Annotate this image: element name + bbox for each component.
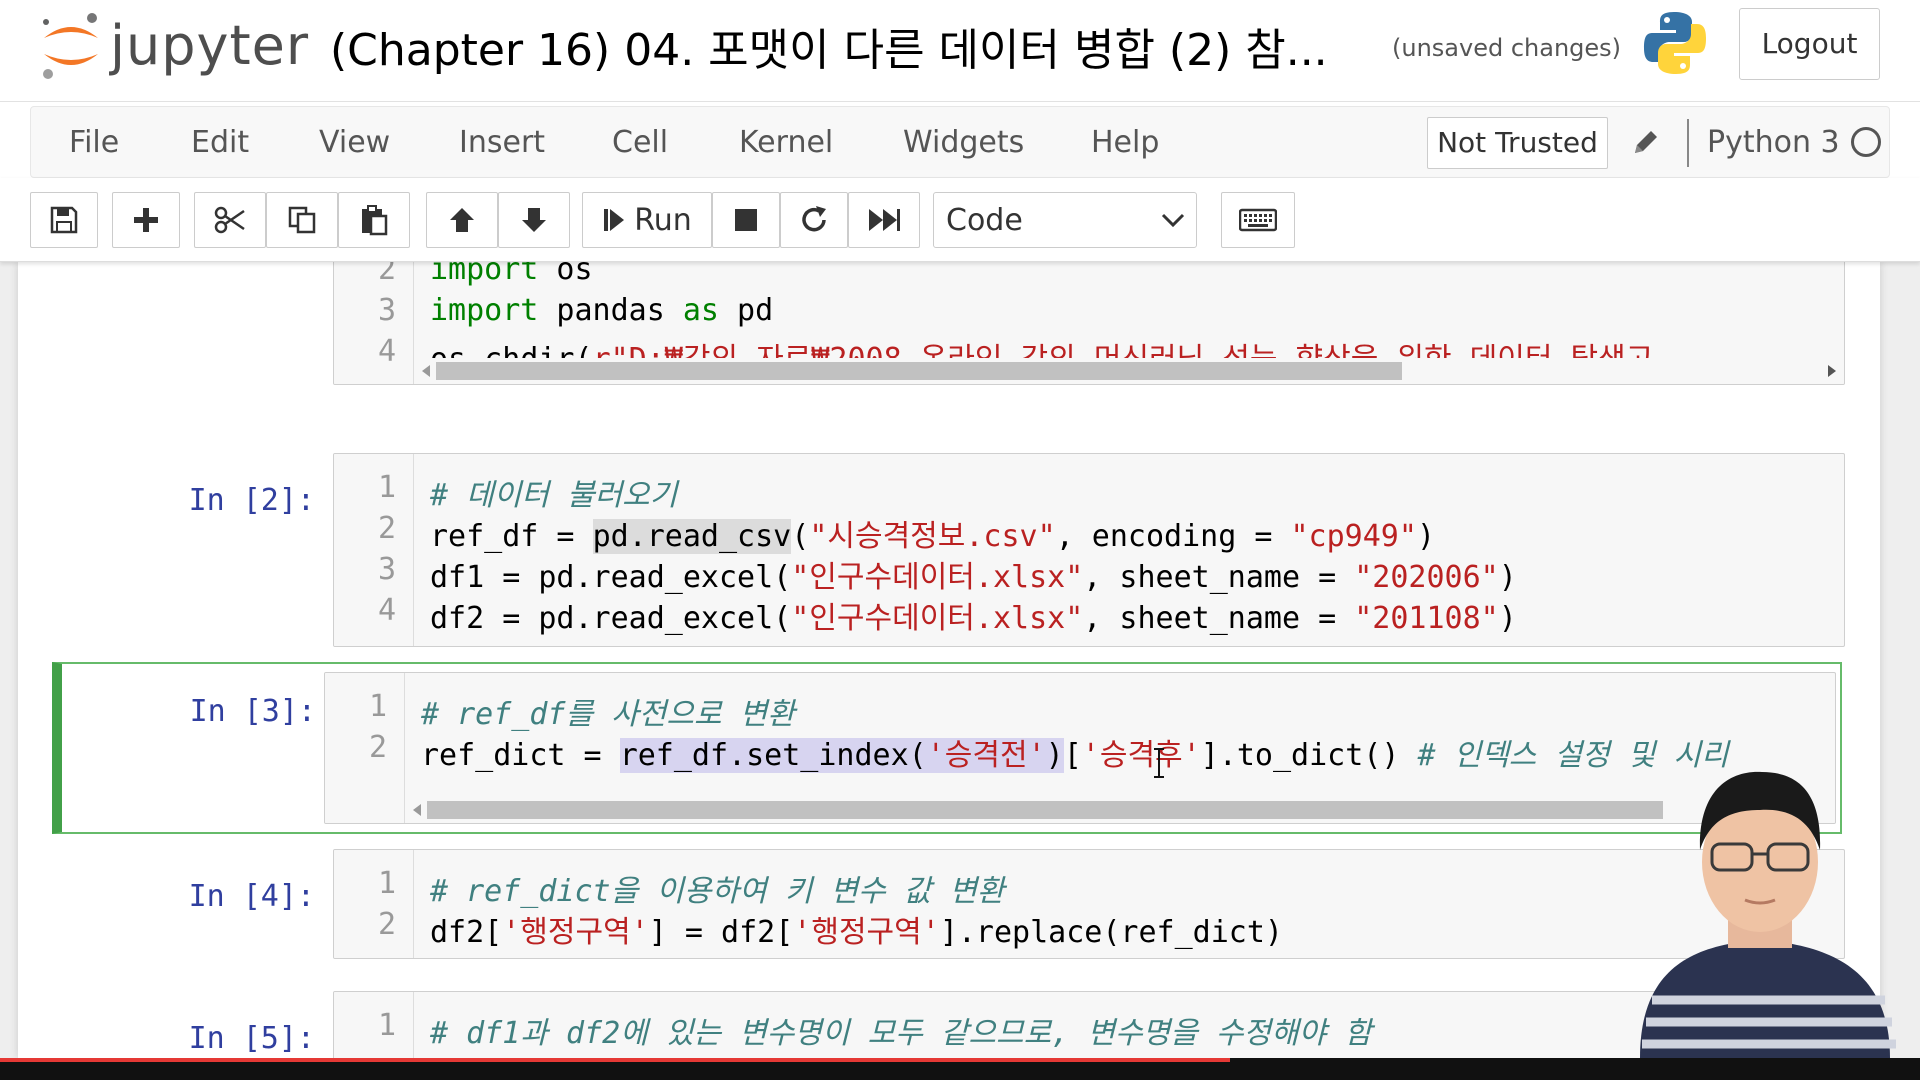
- save-button[interactable]: [30, 192, 98, 248]
- plus-icon: [134, 208, 158, 232]
- interrupt-button[interactable]: [712, 192, 780, 248]
- scissors-icon: [214, 206, 245, 234]
- cell-input[interactable]: 2 import os 3 import pandas as pd 4 os.c…: [333, 262, 1845, 385]
- line-number: 2: [377, 511, 396, 546]
- paste-button[interactable]: [338, 192, 410, 248]
- cell-prompt: In [4]:: [188, 879, 315, 914]
- move-down-button[interactable]: [498, 192, 570, 248]
- jupyter-logo[interactable]: jupyter: [36, 8, 310, 82]
- scroll-left-icon[interactable]: [422, 365, 430, 377]
- code-cell-4[interactable]: In [4]: 1 # ref_dict을 이용하여 키 변수 값 변환 2 d…: [52, 848, 1845, 959]
- horizontal-scrollbar[interactable]: [414, 358, 1844, 384]
- fast-forward-icon: [869, 209, 900, 231]
- notebook-header: jupyter (Chapter 16) 04. 포맷이 다른 데이터 병합 (…: [0, 0, 1920, 102]
- restart-button[interactable]: [780, 192, 848, 248]
- cell-input[interactable]: 1 # 데이터 불러오기 2 ref_df = pd.read_csv("시승격…: [333, 453, 1845, 647]
- scrollbar-thumb[interactable]: [436, 362, 1402, 380]
- code-cell-5[interactable]: In [5]: 1 # df1과 df2에 있는 변수명이 모두 같으므로, 변…: [52, 990, 1845, 1058]
- copy-button[interactable]: [266, 192, 338, 248]
- stop-icon: [735, 209, 757, 231]
- line-number: 2: [377, 907, 396, 942]
- video-progress-bar[interactable]: [0, 1058, 1920, 1080]
- scroll-right-icon[interactable]: [1828, 365, 1836, 377]
- menu-insert[interactable]: Insert: [459, 125, 545, 160]
- restart-run-all-button[interactable]: [848, 192, 920, 248]
- menubar: File Edit View Insert Cell Kernel Widget…: [30, 106, 1890, 178]
- insert-cell-button[interactable]: [112, 192, 180, 248]
- paste-icon: [362, 205, 388, 236]
- cell-prompt: In [2]:: [188, 483, 315, 518]
- cell-type-value: Code: [946, 203, 1023, 238]
- menu-cell[interactable]: Cell: [612, 125, 668, 160]
- kernel-name[interactable]: Python 3: [1707, 125, 1840, 160]
- line-number: 1: [377, 1008, 396, 1043]
- line-number: 3: [377, 552, 396, 587]
- code-line: 4 df2 = pd.read_excel("인구수데이터.xlsx", she…: [334, 589, 1844, 636]
- code-cell-2[interactable]: In [2]: 1 # 데이터 불러오기 2 ref_df = pd.read_…: [52, 452, 1845, 647]
- notebook-title[interactable]: (Chapter 16) 04. 포맷이 다른 데이터 병합 (2) 참...: [330, 14, 1328, 78]
- not-trusted-button[interactable]: Not Trusted: [1427, 117, 1608, 169]
- jupyter-logo-icon: [43, 13, 98, 79]
- code-cell-1[interactable]: 2 import os 3 import pandas as pd 4 os.c…: [52, 262, 1845, 385]
- code-line: 3 df1 = pd.read_excel("인구수데이터.xlsx", she…: [334, 548, 1844, 595]
- kernel-idle-icon: [1851, 127, 1881, 157]
- run-label: Run: [634, 202, 692, 238]
- menu-kernel[interactable]: Kernel: [739, 125, 833, 160]
- menu-widgets[interactable]: Widgets: [903, 125, 1024, 160]
- pencil-icon[interactable]: [1629, 125, 1663, 159]
- move-up-button[interactable]: [426, 192, 498, 248]
- code-line: 1 # ref_df를 사전으로 변환: [325, 685, 1835, 732]
- kernel-divider: [1687, 119, 1689, 167]
- text-cursor-icon: [1152, 748, 1166, 778]
- scroll-left-icon[interactable]: [413, 804, 421, 816]
- command-palette-button[interactable]: [1221, 192, 1295, 248]
- save-icon: [50, 206, 78, 234]
- cut-button[interactable]: [194, 192, 266, 248]
- line-number: 1: [368, 689, 387, 724]
- chevron-down-icon: [1161, 213, 1185, 228]
- cell-type-select[interactable]: Code: [933, 192, 1197, 248]
- keyboard-icon: [1239, 208, 1277, 232]
- line-number: 3: [377, 293, 396, 328]
- line-number: 1: [377, 470, 396, 505]
- code-line: 2 import os: [334, 262, 1844, 289]
- menu-file[interactable]: File: [69, 125, 119, 160]
- toolbar: Run Code: [0, 178, 1920, 262]
- video-progress-fill: [0, 1058, 1230, 1062]
- run-icon: [604, 209, 625, 231]
- code-token: import: [430, 262, 539, 287]
- line-number: 4: [377, 334, 396, 369]
- presenter-webcam: [1600, 750, 1920, 1058]
- scrollbar-thumb[interactable]: [427, 801, 1663, 819]
- logo-text: jupyter: [110, 14, 310, 77]
- line-number: 2: [377, 262, 396, 287]
- menu-edit[interactable]: Edit: [191, 125, 249, 160]
- code-line: 2 ref_df = pd.read_csv("시승격정보.csv", enco…: [334, 507, 1844, 554]
- arrow-up-icon: [450, 208, 474, 232]
- copy-icon: [288, 206, 316, 234]
- restart-icon: [802, 206, 826, 232]
- code-line: 1 # 데이터 불러오기: [334, 466, 1844, 513]
- line-number: 4: [377, 593, 396, 628]
- code-line: 3 import pandas as pd: [334, 289, 1844, 330]
- logout-button[interactable]: Logout: [1739, 8, 1880, 80]
- menu-help[interactable]: Help: [1091, 125, 1159, 160]
- python-logo-icon: [1640, 8, 1710, 78]
- menu-view[interactable]: View: [319, 125, 390, 160]
- run-button[interactable]: Run: [582, 192, 712, 248]
- arrow-down-icon: [522, 208, 546, 232]
- line-number: 1: [377, 866, 396, 901]
- cell-prompt: In [5]:: [188, 1021, 315, 1056]
- save-status: (unsaved changes): [1392, 34, 1622, 62]
- line-number: 2: [368, 730, 387, 765]
- cell-prompt: In [3]:: [189, 694, 316, 729]
- code-cell-3-selected[interactable]: In [3]: 1 # ref_df를 사전으로 변환 2 ref_dict =…: [52, 662, 1842, 834]
